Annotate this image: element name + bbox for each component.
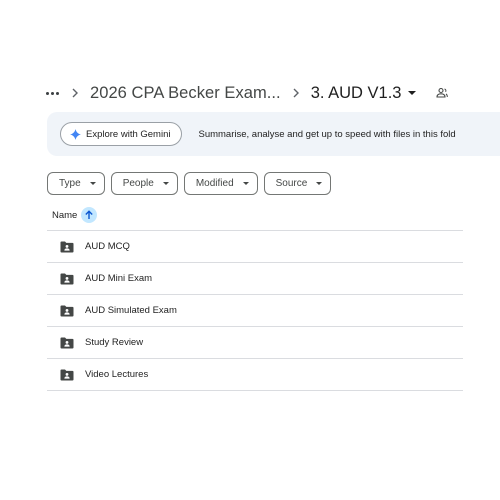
shared-folder-icon: [60, 273, 74, 285]
caret-down-icon: [316, 182, 323, 185]
breadcrumb-current-folder-button[interactable]: 3. AUD V1.3: [311, 84, 416, 103]
chevron-right-icon: [281, 88, 311, 98]
list-item[interactable]: AUD MCQ: [47, 231, 463, 263]
gemini-sparkle-icon: [69, 128, 81, 140]
caret-down-icon: [407, 91, 416, 95]
list-item[interactable]: Video Lectures: [47, 359, 463, 391]
filter-people-chip[interactable]: People: [110, 172, 178, 195]
more-horizontal-icon[interactable]: [44, 81, 60, 105]
file-name: AUD Simulated Exam: [85, 305, 177, 316]
filter-label: Type: [59, 178, 81, 189]
caret-down-icon: [89, 182, 96, 185]
shared-folder-people-icon[interactable]: [434, 85, 450, 101]
filter-modified-chip[interactable]: Modified: [183, 172, 258, 195]
shared-folder-icon: [60, 305, 74, 317]
shared-folder-icon: [60, 337, 74, 349]
breadcrumb: 2026 CPA Becker Exam... 3. AUD V1.3: [44, 80, 450, 106]
filter-label: Modified: [195, 178, 234, 189]
filter-source-chip[interactable]: Source: [263, 172, 332, 195]
drive-folder-view: 2026 CPA Becker Exam... 3. AUD V1.3 Expl…: [0, 0, 500, 500]
chevron-right-icon: [60, 88, 90, 98]
name-column-header[interactable]: Name: [52, 210, 77, 221]
list-item[interactable]: Study Review: [47, 327, 463, 359]
list-item[interactable]: AUD Simulated Exam: [47, 295, 463, 327]
filter-label: Source: [275, 178, 308, 189]
explore-with-gemini-button[interactable]: Explore with Gemini: [60, 122, 183, 146]
filter-label: People: [122, 178, 154, 189]
gemini-button-label: Explore with Gemini: [86, 128, 171, 140]
file-name: Video Lectures: [85, 369, 149, 380]
filter-bar: Type People Modified Source: [47, 172, 332, 195]
shared-folder-icon: [60, 369, 74, 381]
gemini-banner: Explore with Gemini Summarise, analyse a…: [47, 112, 500, 156]
file-name: AUD Mini Exam: [85, 273, 153, 284]
caret-down-icon: [162, 182, 169, 185]
gemini-description: Summarise, analyse and get up to speed w…: [198, 128, 456, 140]
filter-type-chip[interactable]: Type: [47, 172, 105, 195]
breadcrumb-parent-folder[interactable]: 2026 CPA Becker Exam...: [90, 84, 281, 103]
shared-folder-icon: [60, 241, 74, 253]
list-item[interactable]: AUD Mini Exam: [47, 263, 463, 295]
file-list: AUD MCQ AUD Mini Exam AUD Simulated Exam…: [47, 230, 463, 391]
breadcrumb-current-label: 3. AUD V1.3: [310, 83, 402, 102]
file-name: Study Review: [85, 337, 144, 348]
caret-down-icon: [242, 182, 249, 185]
arrow-up-icon[interactable]: [81, 207, 98, 223]
file-name: AUD MCQ: [85, 241, 130, 252]
list-column-header: Name: [52, 205, 98, 225]
